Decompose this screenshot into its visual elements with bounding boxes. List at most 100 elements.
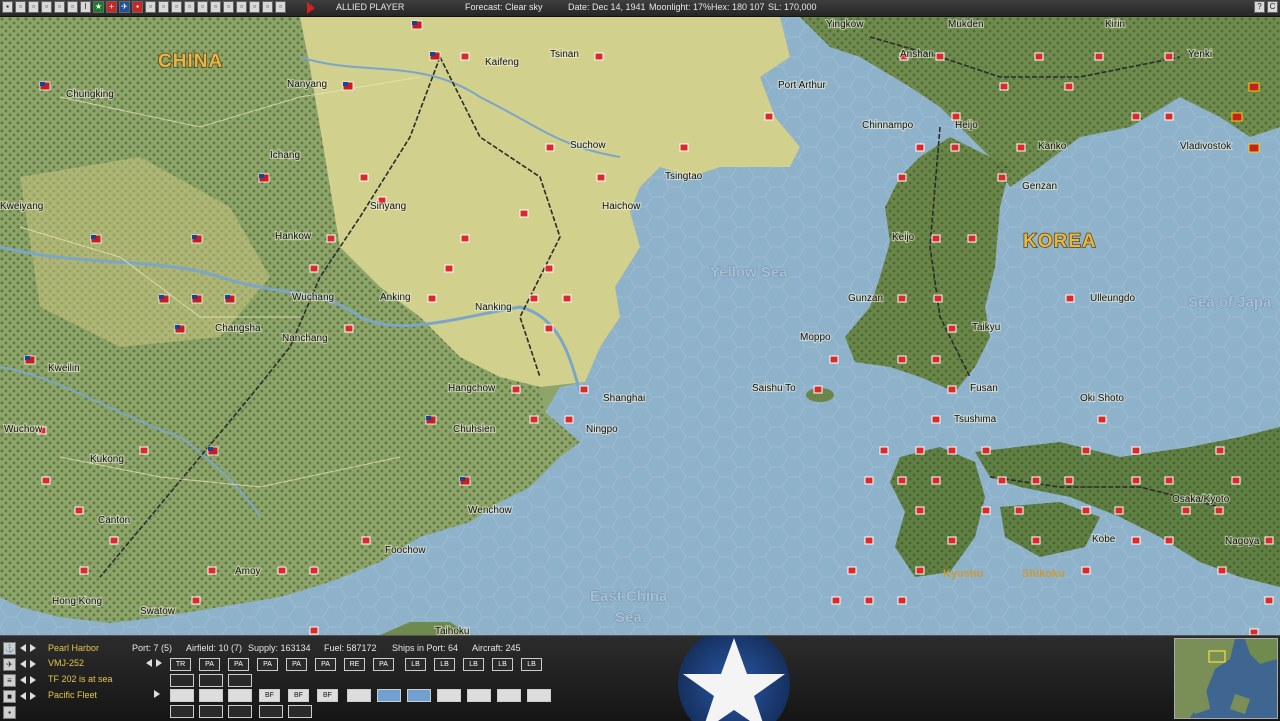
player-label: ALLIED PLAYER (336, 2, 405, 12)
air-group-button[interactable]: PA (373, 658, 394, 671)
bf-button[interactable]: BF (259, 689, 280, 702)
ship-type-button[interactable] (170, 674, 194, 687)
base-name-link[interactable]: Pearl Harbor (48, 643, 99, 653)
command-button[interactable] (199, 689, 223, 702)
air-group-button[interactable]: PA (315, 658, 336, 671)
doc-icon[interactable]: I (80, 1, 91, 13)
strategic-map[interactable]: CHINA KOREA Yellow Sea Sea of Japa East … (0, 17, 1280, 635)
doc-icon[interactable]: ▫ (41, 1, 52, 13)
end-turn-play-icon[interactable] (307, 2, 315, 14)
doc-icon[interactable]: ▫ (210, 1, 221, 13)
unit-type-button[interactable] (170, 705, 194, 718)
flag-icon[interactable]: ▪ (3, 705, 16, 719)
prev-arrow-icon[interactable] (146, 659, 152, 667)
air-group-button[interactable]: LB (434, 658, 455, 671)
air-group-button[interactable]: LB (521, 658, 542, 671)
prev-arrow-icon[interactable] (20, 676, 26, 684)
doc-icon[interactable]: ▫ (15, 1, 26, 13)
task-force-link[interactable]: TF 202 is at sea (48, 674, 113, 684)
command-button[interactable] (228, 689, 252, 702)
hq-icon[interactable]: ■ (3, 689, 16, 703)
command-button[interactable] (467, 689, 491, 702)
doc-icon[interactable]: ▫ (171, 1, 182, 13)
doc-icon[interactable]: ▫ (67, 1, 78, 13)
air-group-button[interactable]: RE (344, 658, 365, 671)
unit-type-button[interactable] (288, 705, 312, 718)
help-icon[interactable]: ? (1254, 1, 1265, 13)
air-group-button[interactable]: LB (405, 658, 426, 671)
prev-arrow-icon[interactable] (20, 660, 26, 668)
unit-type-button[interactable] (228, 705, 252, 718)
doc-icon[interactable]: ▫ (28, 1, 39, 13)
bf-button[interactable]: BF (288, 689, 309, 702)
command-button[interactable] (377, 689, 401, 702)
pin-icon[interactable]: + (106, 1, 117, 13)
air-group-button[interactable]: PA (199, 658, 220, 671)
city-label: Taikyu (972, 322, 1000, 333)
command-button[interactable] (437, 689, 461, 702)
command-button[interactable] (527, 689, 551, 702)
city-label: Port Arthur (778, 80, 826, 91)
air-group-button[interactable]: PA (257, 658, 278, 671)
ship-icon[interactable]: ≡ (3, 673, 16, 687)
prev-arrow-icon[interactable] (20, 692, 26, 700)
panel-row-task-force: ≡ (0, 672, 36, 688)
next-arrow-icon[interactable] (156, 659, 162, 667)
city-label: Tsushima (954, 414, 997, 425)
doc-icon[interactable]: ▫ (262, 1, 273, 13)
command-button[interactable] (170, 689, 194, 702)
prev-arrow-icon[interactable] (20, 644, 26, 652)
doc-icon[interactable]: ▫ (236, 1, 247, 13)
bf-button[interactable]: BF (317, 689, 338, 702)
airfield-stat: Airfield: 10 (7) (186, 643, 243, 653)
air-group-button[interactable]: LB (463, 658, 484, 671)
unit-type-button[interactable] (259, 705, 283, 718)
air-group-button[interactable]: PA (286, 658, 307, 671)
ship-type-button[interactable] (199, 674, 223, 687)
city-label: Mukden (948, 19, 984, 30)
ship-type-button[interactable] (228, 674, 252, 687)
plane-icon[interactable]: ✈ (3, 657, 16, 671)
unit-type-button[interactable] (199, 705, 223, 718)
doc-icon[interactable]: ▫ (184, 1, 195, 13)
city-label: Saishu To (752, 383, 796, 394)
city-label: Kweilin (48, 363, 80, 374)
hq-link[interactable]: Pacific Fleet (48, 690, 97, 700)
air-group-button[interactable]: TR (170, 658, 191, 671)
info-panel: ⚓ Pearl Harbor ✈ VMJ-252 ≡ TF 202 is at … (0, 635, 1280, 721)
flag-icon[interactable]: ✈ (119, 1, 130, 13)
next-arrow-icon[interactable] (30, 676, 36, 684)
doc-icon[interactable]: ▫ (223, 1, 234, 13)
command-button[interactable] (407, 689, 431, 702)
anchor-icon[interactable]: ⚓ (3, 641, 16, 655)
next-arrow-icon[interactable] (30, 692, 36, 700)
next-arrow-icon[interactable] (30, 660, 36, 668)
doc-icon[interactable]: ▫ (275, 1, 286, 13)
doc-icon[interactable]: ▫ (54, 1, 65, 13)
city-label: Hangchow (448, 383, 496, 394)
city-label: Amoy (235, 566, 261, 577)
doc-icon[interactable]: ▫ (145, 1, 156, 13)
air-group-button[interactable]: LB (492, 658, 513, 671)
settings-icon[interactable]: C (1267, 1, 1278, 13)
doc-icon[interactable]: ▫ (249, 1, 260, 13)
doc-icon[interactable]: ▫ (158, 1, 169, 13)
city-label: Nanyang (287, 79, 327, 90)
save-icon[interactable]: ▪ (2, 1, 13, 13)
air-unit-link[interactable]: VMJ-252 (48, 658, 84, 668)
command-button[interactable] (347, 689, 371, 702)
doc-icon[interactable]: ▪ (132, 1, 143, 13)
city-label: Chinnampo (862, 120, 914, 131)
next-arrow-icon[interactable] (154, 690, 160, 698)
doc-icon[interactable]: ▫ (197, 1, 208, 13)
city-label: Gunzan (848, 293, 883, 304)
panel-row-hq: ■ (0, 688, 36, 704)
command-button[interactable] (497, 689, 521, 702)
next-arrow-icon[interactable] (30, 644, 36, 652)
air-group-button[interactable]: PA (228, 658, 249, 671)
map-canvas[interactable]: CHINA KOREA Yellow Sea Sea of Japa East … (0, 17, 1280, 635)
minimap[interactable] (1174, 638, 1278, 719)
sea-label-east-china: East China (590, 588, 668, 605)
panel-row-extra: ▪ (0, 704, 16, 720)
star-icon[interactable]: ★ (93, 1, 104, 13)
